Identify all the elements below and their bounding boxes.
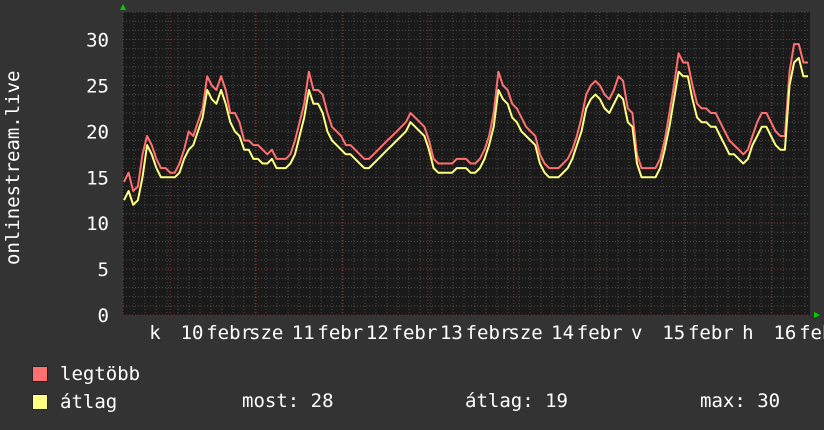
y-tick-label: 0 xyxy=(98,305,109,327)
x-tick-label: 11 xyxy=(292,322,315,344)
x-tick-label: 15 xyxy=(662,322,685,344)
x-axis-ticks: k 10 febrsze 11 febr 12 febr 13 febrsze 14 febr v 15… xyxy=(149,322,824,344)
legend-label-max: legtöbb xyxy=(60,363,141,385)
legend-item-avg: átlag xyxy=(32,390,117,414)
legend-swatch-max xyxy=(32,366,48,382)
x-tick-label: 10 xyxy=(181,322,204,344)
y-axis-arrow xyxy=(120,4,126,10)
x-tick-label: h xyxy=(742,322,753,344)
legend-item-max: legtöbb xyxy=(32,362,140,386)
y-tick-label: 25 xyxy=(86,75,109,97)
stat-max: max: 30 xyxy=(700,390,781,412)
stat-now: most: 28 xyxy=(242,390,334,412)
x-tick-label: febr xyxy=(577,322,623,344)
y-tick-label: 5 xyxy=(98,259,109,281)
x-axis-arrow xyxy=(814,312,820,318)
x-tick-label: v xyxy=(631,322,642,344)
x-tick-label: febr xyxy=(206,322,252,344)
stat-average: átlag: 19 xyxy=(465,390,568,412)
x-tick-label: k xyxy=(149,322,161,344)
y-axis-label: onlinestream.live xyxy=(2,70,24,265)
y-tick-label: 30 xyxy=(86,30,109,52)
x-tick-label: sze xyxy=(508,322,542,344)
x-tick-label: sze xyxy=(249,322,283,344)
x-tick-label: febr xyxy=(688,322,734,344)
y-tick-label: 10 xyxy=(86,213,109,235)
x-tick-label: 13 xyxy=(440,322,463,344)
x-tick-label: febr xyxy=(799,322,824,344)
x-tick-label: 16 xyxy=(773,322,796,344)
x-tick-label: 12 xyxy=(366,322,389,344)
x-tick-label: febr xyxy=(466,322,512,344)
y-axis-ticks: 0 5 10 15 20 25 30 xyxy=(86,30,109,327)
legend-label-avg: átlag xyxy=(60,391,118,413)
y-tick-label: 15 xyxy=(86,167,109,189)
y-tick-label: 20 xyxy=(86,121,109,143)
x-tick-label: febr xyxy=(317,322,363,344)
x-tick-label: 14 xyxy=(551,322,574,344)
x-tick-label: febr xyxy=(392,322,438,344)
plot-area xyxy=(123,12,810,315)
legend-swatch-avg xyxy=(32,394,48,410)
